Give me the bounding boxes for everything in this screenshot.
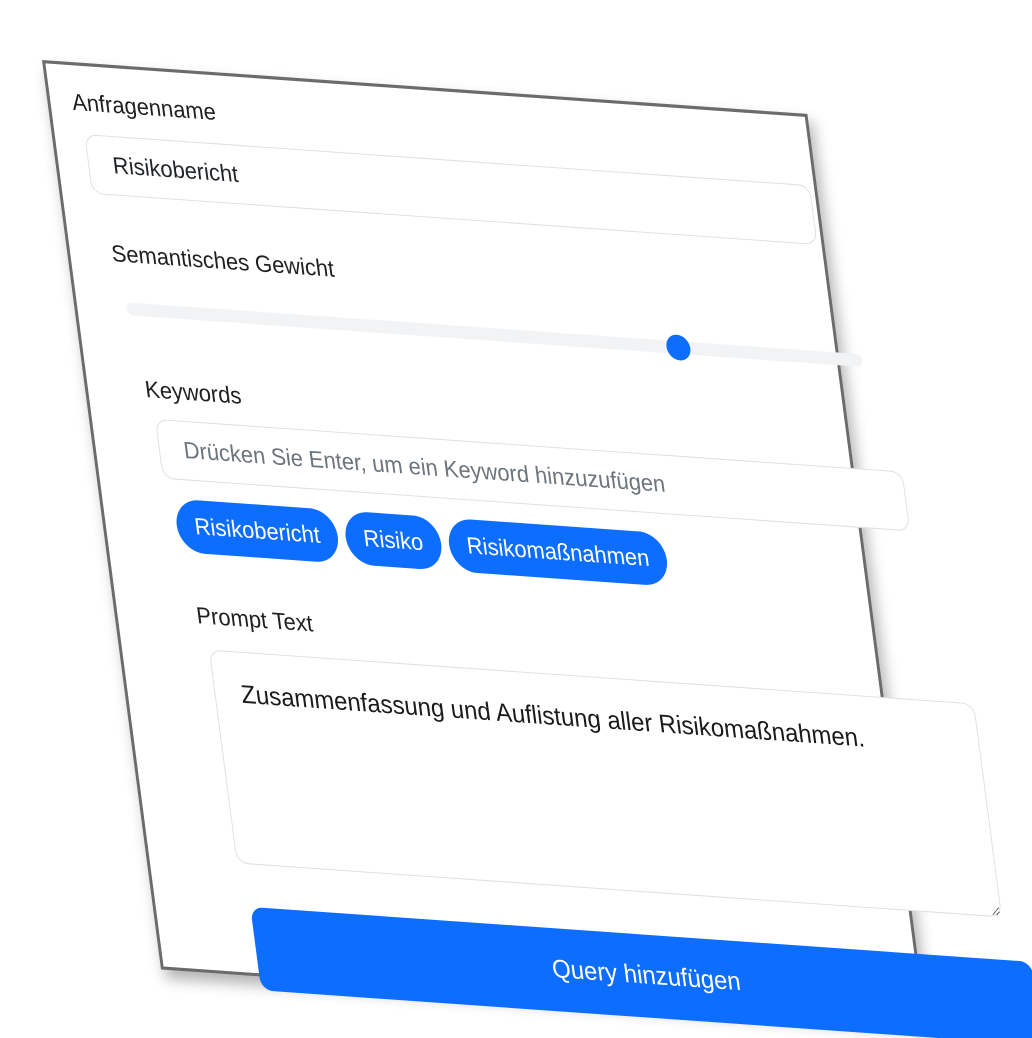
slider-thumb[interactable] [664,333,693,362]
add-query-button[interactable]: Query hinzufügen [250,906,1032,1038]
keywords-label: Keywords [143,375,243,410]
keyword-chip[interactable]: Risikobericht [173,498,342,564]
prompt-text-label: Prompt Text [194,601,315,637]
keyword-chip[interactable]: Risiko [342,510,445,571]
keyword-chip[interactable]: Risikomaßnahmen [445,517,671,587]
semantic-weight-label: Semantisches Gewicht [109,239,336,283]
slider-track[interactable] [125,302,864,367]
query-form: Anfragenname Semantisches Gewicht Keywor… [70,88,1032,1038]
query-name-input[interactable] [84,134,818,246]
screenshot-stage: Anfragenname Semantisches Gewicht Keywor… [0,0,1032,1038]
semantic-weight-slider[interactable] [125,302,864,367]
query-form-card: Anfragenname Semantisches Gewicht Keywor… [42,60,1032,1038]
keyword-chip-list: Risikobericht Risiko Risikomaßnahmen [173,498,671,587]
query-name-label: Anfragenname [70,88,218,126]
prompt-textarea[interactable]: Zusammenfassung und Auflistung aller Ris… [208,649,1003,918]
